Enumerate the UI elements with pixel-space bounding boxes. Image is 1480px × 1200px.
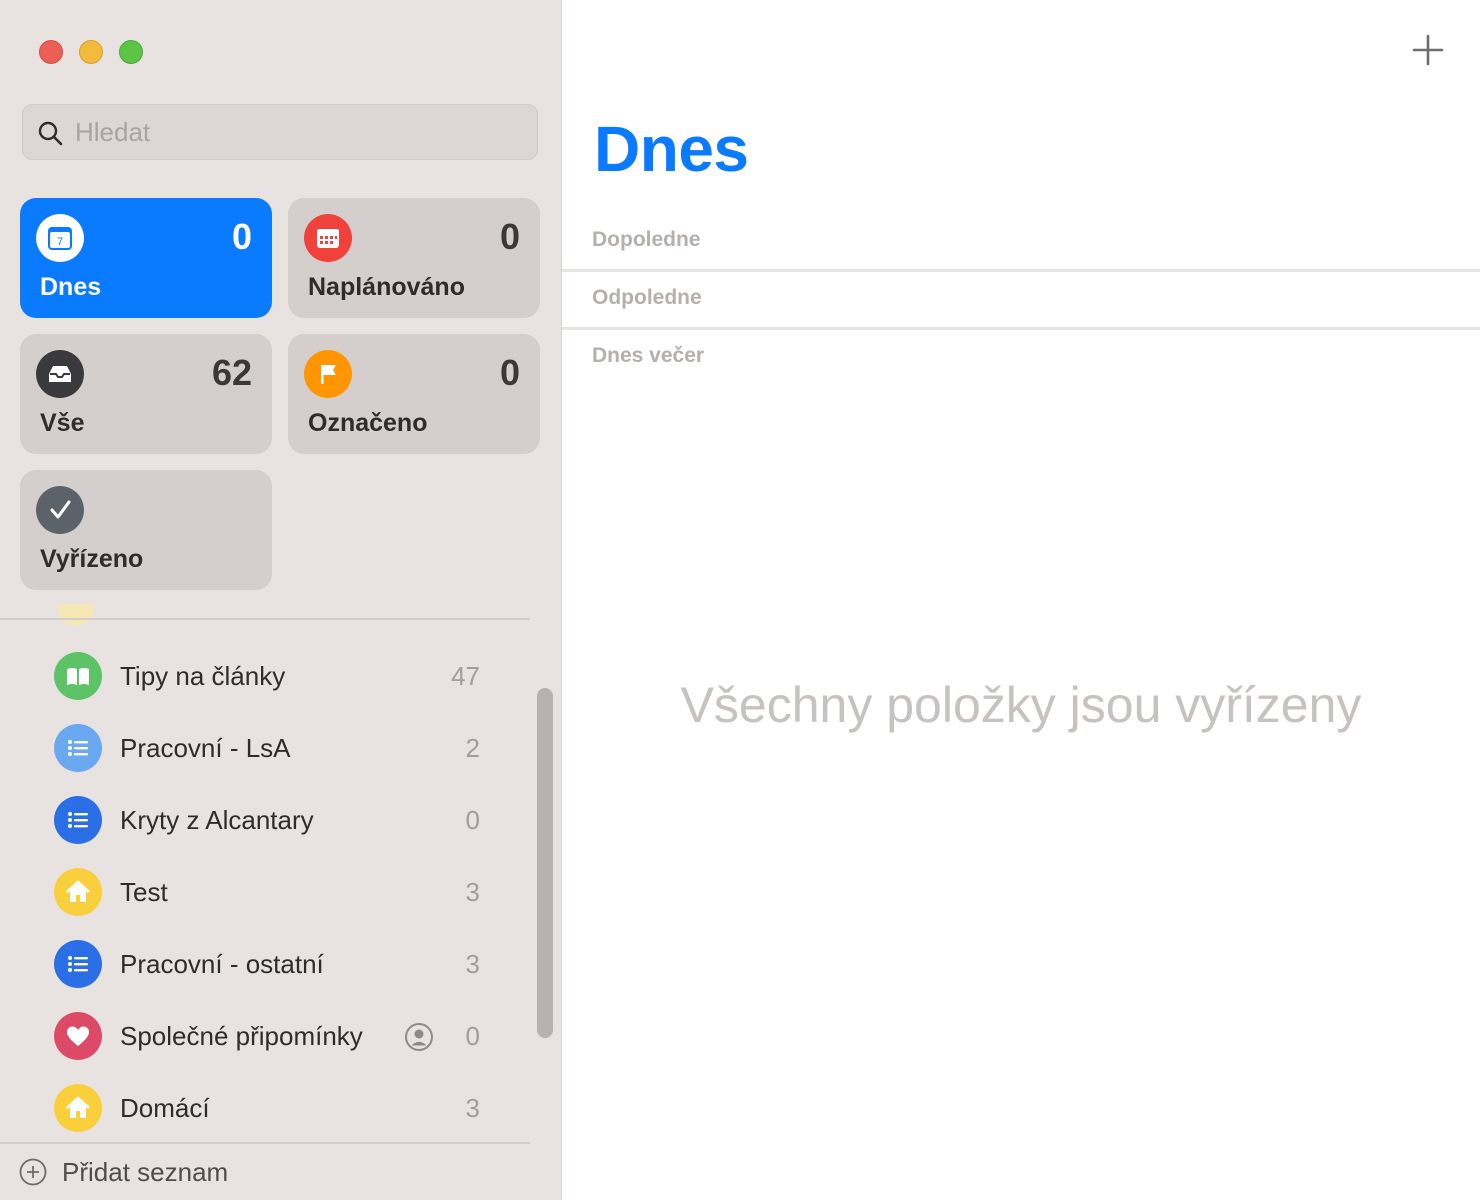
list-count: 0 [465,1020,480,1051]
house-icon [54,1084,102,1132]
my-lists: Tipy na články 47 Pracovní - LsA 2 Kryty… [0,640,530,1144]
list-label: Kryty z Alcantary [120,804,314,835]
list-item[interactable]: Test 3 [0,856,530,928]
section-morning[interactable]: Dopoledne [562,214,1480,272]
calendar-scheduled-icon [304,214,352,262]
section-label: Dopoledne [592,228,701,251]
list-item[interactable]: Tipy na články 47 [0,640,530,712]
list-label: Společné připomínky [120,1020,363,1051]
list-bullet-icon [54,940,102,988]
smart-list-all[interactable]: 62 Vše [20,334,272,454]
add-list-button[interactable]: Přidat seznam [18,1152,228,1192]
tray-icon [36,350,84,398]
list-count: 2 [465,732,480,763]
list-bullet-icon [54,796,102,844]
main-content: Dnes Dopoledne Odpoledne Dnes večer Všec… [562,0,1480,1200]
plus-circle-icon [19,1158,47,1186]
page-title: Dnes [594,113,749,185]
window-controls [39,40,143,64]
section-label: Odpoledne [592,286,702,309]
section-tonight[interactable]: Dnes večer [562,330,1480,388]
smart-list-count: 0 [499,216,520,257]
add-list-label: Přidat seznam [62,1156,229,1187]
list-count: 3 [465,948,480,979]
smart-list-label: Vyřízeno [40,545,144,573]
heart-icon [54,1012,102,1060]
section-label: Dnes večer [592,344,705,367]
close-window-button[interactable] [39,40,63,64]
sidebar-scrollbar[interactable] [537,688,553,1038]
section-afternoon[interactable]: Odpoledne [562,272,1480,330]
smart-list-count: 0 [231,216,252,257]
minimize-window-button[interactable] [79,40,103,64]
smart-list-count: 62 [211,352,252,393]
shared-person-icon [405,1023,433,1051]
list-label: Domácí [120,1092,210,1123]
maximize-window-button[interactable] [119,40,143,64]
list-count: 3 [465,1092,480,1123]
smart-list-count: 0 [499,352,520,393]
list-icon-partial [58,604,94,626]
list-item[interactable]: Společné připomínky 0 [0,1000,530,1072]
list-item[interactable]: Domácí 3 [0,1072,530,1144]
list-count: 3 [465,876,480,907]
smart-list-label: Vše [40,409,85,437]
divider [0,618,530,620]
smart-list-label: Naplánováno [308,273,465,301]
smart-list-completed[interactable]: Vyřízeno [20,470,272,590]
smart-list-scheduled[interactable]: 0 Naplánováno [288,198,540,318]
list-label: Pracovní - ostatní [120,948,324,979]
list-label: Test [120,876,168,907]
divider [0,1142,530,1144]
list-label: Pracovní - LsA [120,732,291,763]
list-item[interactable]: Pracovní - ostatní 3 [0,928,530,1000]
add-reminder-button[interactable] [1410,32,1446,68]
empty-state-message: Všechny položky jsou vyřízeny [680,677,1362,733]
svg-text:7: 7 [57,236,63,248]
sidebar: 7 0 Dnes 0 Naplánován [0,0,562,1200]
checkmark-icon [36,486,84,534]
list-item[interactable]: Pracovní - LsA 2 [0,712,530,784]
list-count: 0 [465,804,480,835]
search-field[interactable] [22,104,538,160]
list-item[interactable]: Kryty z Alcantary 0 [0,784,530,856]
book-icon [54,652,102,700]
smart-list-flagged[interactable]: 0 Označeno [288,334,540,454]
list-label: Tipy na články [120,660,286,691]
search-icon [38,121,63,146]
list-bullet-icon [54,724,102,772]
flag-icon [304,350,352,398]
house-icon [54,868,102,916]
smart-list-label: Dnes [40,273,102,301]
smart-list-label: Označeno [308,409,428,437]
calendar-today-icon: 7 [36,214,84,262]
smart-list-today[interactable]: 7 0 Dnes [20,198,272,318]
search-input[interactable] [75,107,515,157]
reminders-window: 7 0 Dnes 0 Naplánován [0,0,1480,1200]
list-count: 47 [451,660,480,691]
